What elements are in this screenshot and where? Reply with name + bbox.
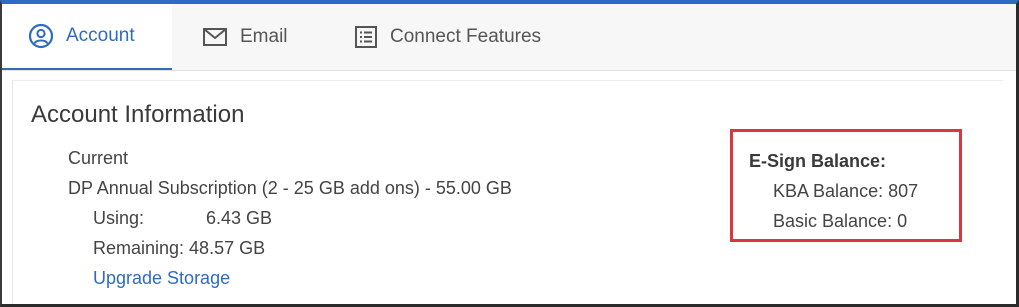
tab-connect-features[interactable]: Connect Features xyxy=(354,4,541,70)
using-value: 6.43 GB xyxy=(206,208,273,228)
tab-email-label: Email xyxy=(240,26,288,47)
basic-balance: Basic Balance: 0 xyxy=(773,211,908,231)
window-frame: Account Email Connect Features Account I… xyxy=(0,0,1019,307)
upgrade-storage-link[interactable]: Upgrade Storage xyxy=(93,268,230,289)
account-panel: Account Information Current DP Annual Su… xyxy=(12,80,1003,304)
plan-description: DP Annual Subscription (2 - 25 GB add on… xyxy=(68,178,512,198)
tab-email[interactable]: Email xyxy=(202,4,288,70)
tab-connect-features-label: Connect Features xyxy=(390,26,542,47)
page-title: Account Information xyxy=(31,101,245,128)
user-circle-icon xyxy=(28,23,54,49)
tab-account-label: Account xyxy=(66,25,135,46)
tab-account[interactable]: Account xyxy=(2,4,172,70)
esign-balance-title: E-Sign Balance: xyxy=(749,151,887,171)
using-label: Using: xyxy=(93,208,145,228)
remaining-storage: Remaining: 48.57 GB xyxy=(93,238,266,258)
envelope-icon xyxy=(202,26,228,48)
kba-balance: KBA Balance: 807 xyxy=(773,181,919,201)
esign-balance-box: E-Sign Balance: KBA Balance: 807 Basic B… xyxy=(730,129,962,242)
tab-bar: Account Email Connect Features xyxy=(2,4,1016,71)
current-label: Current xyxy=(68,148,129,168)
list-icon xyxy=(354,25,378,49)
